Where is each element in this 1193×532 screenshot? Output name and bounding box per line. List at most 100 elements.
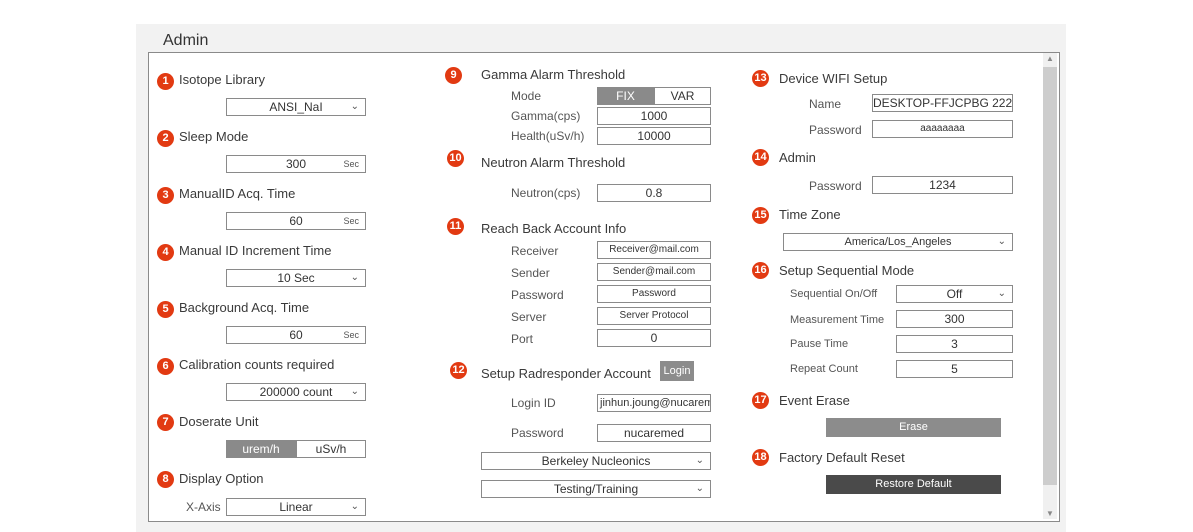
badge-18: 18	[752, 449, 769, 466]
chevron-down-icon: ⌄	[695, 455, 704, 466]
badge-4: 4	[157, 244, 174, 261]
chevron-down-icon: ⌄	[997, 288, 1006, 299]
increment-time-value: 10 Sec	[277, 271, 315, 285]
port-input[interactable]: 0	[597, 329, 711, 347]
doserate-usv-button[interactable]: uSv/h	[296, 440, 366, 458]
gamma-cps-label: Gamma(cps)	[511, 109, 581, 123]
badge-7: 7	[157, 414, 174, 431]
isotope-library-select[interactable]: ANSI_NaI ⌄	[226, 98, 366, 116]
sequential-onoff-value: Off	[946, 287, 963, 301]
receiver-input[interactable]: Receiver@mail.com	[597, 241, 711, 259]
pause-time-input[interactable]: 3	[896, 335, 1013, 353]
server-input[interactable]: Server Protocol	[597, 307, 711, 325]
radresponder-password-input[interactable]: nucaremed	[597, 424, 711, 442]
mode-fix-button[interactable]: FIX	[597, 87, 654, 105]
account-mode-select[interactable]: Testing/Training ⌄	[481, 480, 711, 498]
doserate-urem-button[interactable]: urem/h	[226, 440, 296, 458]
mode-label: Mode	[511, 89, 542, 103]
server-label: Server	[511, 310, 547, 324]
gamma-cps-input[interactable]: 1000	[597, 107, 711, 125]
repeat-count-input[interactable]: 5	[896, 360, 1013, 378]
wifi-name-input[interactable]: DESKTOP-FFJCPBG 2229	[872, 94, 1013, 112]
erase-button[interactable]: Erase	[826, 418, 1001, 437]
chevron-down-icon: ⌄	[350, 101, 359, 112]
badge-5: 5	[157, 301, 174, 318]
organization-select[interactable]: Berkeley Nucleonics ⌄	[481, 452, 711, 470]
mode-var-button[interactable]: VAR	[654, 87, 711, 105]
factory-reset-heading: Factory Default Reset	[779, 450, 905, 465]
reachback-heading: Reach Back Account Info	[481, 221, 627, 236]
sleep-mode-unit: Sec	[343, 159, 359, 169]
pause-time-label: Pause Time	[790, 338, 849, 350]
manualid-acq-unit: Sec	[343, 216, 359, 226]
background-acq-input[interactable]: 60 Sec	[226, 326, 366, 344]
sequential-onoff-select[interactable]: Off ⌄	[896, 285, 1013, 303]
background-acq-heading: Background Acq. Time	[179, 300, 310, 315]
neutron-cps-label: Neutron(cps)	[511, 186, 581, 200]
manualid-acq-heading: ManualID Acq. Time	[179, 186, 296, 201]
wifi-password-label: Password	[809, 123, 862, 137]
badge-16: 16	[752, 262, 769, 279]
badge-9: 9	[445, 67, 462, 84]
restore-default-button[interactable]: Restore Default	[826, 475, 1001, 494]
scroll-up-icon[interactable]: ▲	[1043, 54, 1057, 63]
chevron-down-icon: ⌄	[350, 386, 359, 397]
isotope-library-value: ANSI_NaI	[269, 100, 323, 114]
isotope-library-heading: Isotope Library	[179, 72, 265, 87]
calibration-counts-value: 200000 count	[259, 385, 333, 399]
admin-heading: Admin	[779, 150, 816, 165]
loginid-label: Login ID	[511, 396, 556, 410]
manualid-acq-input[interactable]: 60 Sec	[226, 212, 366, 230]
badge-8: 8	[157, 471, 174, 488]
badge-2: 2	[157, 130, 174, 147]
scroll-down-icon[interactable]: ▼	[1043, 509, 1057, 518]
scroll-thumb[interactable]	[1043, 67, 1057, 485]
background-acq-value: 60	[289, 328, 303, 342]
measurement-time-input[interactable]: 300	[896, 310, 1013, 328]
wifi-name-label: Name	[809, 97, 842, 111]
vertical-scrollbar[interactable]: ▲ ▼	[1043, 53, 1057, 519]
admin-password-input[interactable]: 1234	[872, 176, 1013, 194]
sleep-mode-value: 300	[285, 157, 307, 171]
calibration-counts-select[interactable]: 200000 count ⌄	[226, 383, 366, 401]
badge-12: 12	[450, 362, 467, 379]
health-label: Health(uSv/h)	[511, 129, 585, 143]
doserate-unit-heading: Doserate Unit	[179, 414, 259, 429]
sleep-mode-input[interactable]: 300 Sec	[226, 155, 366, 173]
wifi-password-input[interactable]: aaaaaaaa	[872, 120, 1013, 138]
badge-14: 14	[752, 149, 769, 166]
repeat-count-label: Repeat Count	[790, 363, 858, 375]
increment-time-select[interactable]: 10 Sec ⌄	[226, 269, 366, 287]
xaxis-select[interactable]: Linear ⌄	[226, 498, 366, 516]
loginid-input[interactable]: jinhun.joung@nucaremed.com	[597, 394, 711, 412]
manualid-acq-value: 60	[289, 214, 303, 228]
badge-10: 10	[447, 150, 464, 167]
login-button[interactable]: Login	[660, 361, 694, 381]
gamma-alarm-heading: Gamma Alarm Threshold	[481, 67, 626, 82]
sequential-onoff-label: Sequential On/Off	[790, 288, 878, 300]
panel-title: Admin	[163, 32, 209, 49]
calibration-counts-heading: Calibration counts required	[179, 357, 335, 372]
chevron-down-icon: ⌄	[350, 501, 359, 512]
timezone-select[interactable]: America/Los_Angeles ⌄	[783, 233, 1013, 251]
health-input[interactable]: 10000	[597, 127, 711, 145]
timezone-value: America/Los_Angeles	[844, 236, 952, 248]
badge-3: 3	[157, 187, 174, 204]
sequential-heading: Setup Sequential Mode	[779, 263, 915, 278]
reachback-password-input[interactable]: Password	[597, 285, 711, 303]
port-label: Port	[511, 332, 534, 346]
background-acq-unit: Sec	[343, 330, 359, 340]
badge-6: 6	[157, 358, 174, 375]
reachback-password-label: Password	[511, 288, 564, 302]
neutron-cps-input[interactable]: 0.8	[597, 184, 711, 202]
wifi-setup-heading: Device WIFI Setup	[779, 71, 888, 86]
sender-input[interactable]: Sender@mail.com	[597, 263, 711, 281]
increment-time-heading: Manual ID Increment Time	[179, 243, 332, 258]
xaxis-label: X-Axis	[186, 500, 221, 514]
badge-1: 1	[157, 73, 174, 90]
badge-13: 13	[752, 70, 769, 87]
neutron-alarm-heading: Neutron Alarm Threshold	[481, 155, 626, 170]
timezone-heading: Time Zone	[779, 207, 841, 222]
receiver-label: Receiver	[511, 244, 559, 258]
sleep-mode-heading: Sleep Mode	[179, 129, 249, 144]
